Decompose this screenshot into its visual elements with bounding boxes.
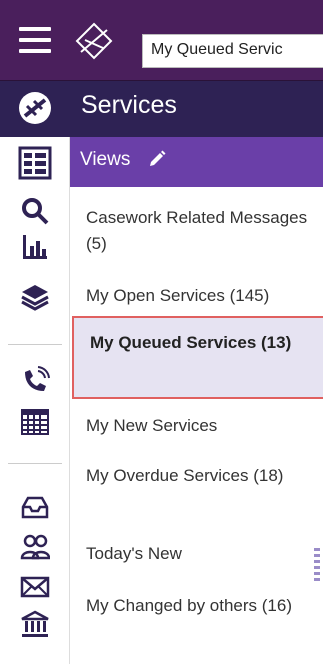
calendar-icon[interactable]: [17, 403, 53, 439]
views-bar[interactable]: Views: [70, 137, 323, 187]
people-icon[interactable]: [17, 529, 53, 565]
list-item[interactable]: My Changed by others (16): [86, 593, 316, 619]
rail-separator: [8, 344, 62, 345]
search-icon[interactable]: [17, 193, 53, 229]
edit-icon[interactable]: [147, 149, 167, 169]
list-item[interactable]: My New Services: [86, 413, 316, 439]
list-item[interactable]: My Overdue Services (18): [86, 463, 316, 489]
phone-icon[interactable]: [17, 363, 53, 399]
inbox-icon[interactable]: [17, 489, 53, 525]
list-item[interactable]: Casework Related Messages (5): [86, 205, 316, 257]
list-item[interactable]: Today's New: [86, 541, 316, 567]
chart-icon[interactable]: [17, 229, 53, 265]
section-bar: Services: [0, 81, 323, 137]
section-title: Services: [81, 91, 177, 119]
app-logo-icon[interactable]: [75, 22, 113, 60]
search-input[interactable]: My Queued Servic: [142, 34, 323, 68]
layers-icon[interactable]: [17, 279, 53, 315]
left-rail: [0, 137, 70, 664]
rail-separator: [8, 463, 62, 464]
menu-button[interactable]: [0, 0, 70, 80]
menu-icon: [19, 27, 51, 53]
services-icon: [19, 92, 51, 124]
views-label: Views: [80, 149, 131, 170]
mail-icon[interactable]: [17, 569, 53, 605]
views-grid-icon[interactable]: [17, 145, 53, 181]
selected-view-label: My Queued Services (13): [90, 333, 292, 352]
scrollbar-thumb[interactable]: [314, 548, 320, 584]
bank-icon[interactable]: [17, 607, 53, 643]
list-item[interactable]: My Open Services (145): [86, 283, 316, 309]
top-bar: My Queued Servic: [0, 0, 323, 80]
list-item-selected[interactable]: My Queued Services (13): [72, 316, 323, 399]
views-list: Casework Related Messages (5) My Open Se…: [70, 187, 323, 664]
